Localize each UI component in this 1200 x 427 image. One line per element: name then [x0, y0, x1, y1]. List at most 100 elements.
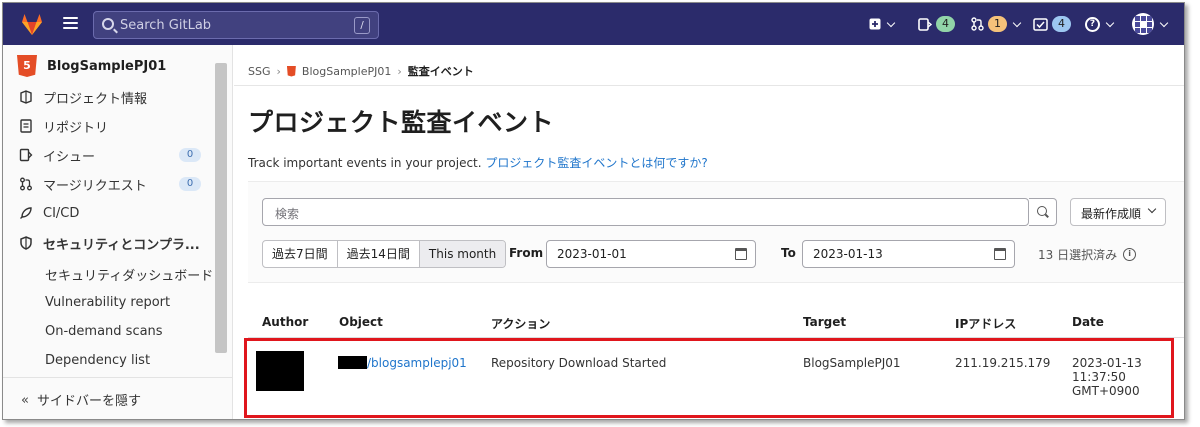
sidebar-merge-requests-count: 0	[179, 177, 201, 191]
merge-requests-menu[interactable]: 1	[971, 15, 1022, 33]
sidebar-item-ci-cd[interactable]: CI/CD	[19, 202, 79, 224]
double-chevron-left-icon: «	[21, 393, 29, 408]
sort-dropdown[interactable]: 最新作成順	[1070, 198, 1166, 226]
range-last-7-days-button[interactable]: 過去7日間	[263, 241, 338, 267]
column-header-object: Object	[339, 315, 383, 329]
hamburger-icon[interactable]	[63, 17, 78, 30]
object-link[interactable]: /blogsamplepj01	[367, 356, 467, 370]
audit-search-button[interactable]	[1029, 198, 1057, 226]
header-divider	[234, 85, 1184, 86]
rocket-icon	[20, 207, 32, 219]
sidebar-subitem-on-demand-scans[interactable]: On-demand scans	[45, 324, 163, 339]
sidebar-item-issues[interactable]: イシュー	[19, 144, 95, 166]
column-header-ip-address: IPアドレス	[955, 317, 1017, 331]
global-search-placeholder: Search GitLab	[120, 18, 212, 33]
shield-icon	[20, 236, 32, 250]
to-date-input[interactable]: 2023-01-13	[802, 240, 1015, 268]
issues-count-badge: 4	[936, 16, 955, 32]
hide-sidebar-button[interactable]: « サイドバーを隠す	[3, 377, 232, 419]
screenshot-frame: Search GitLab / 4 1 4 ? 5 BlogSamplePJ01…	[2, 2, 1185, 420]
chevron-down-icon	[886, 18, 896, 27]
sidebar-issues-count: 0	[179, 148, 201, 162]
chevron-down-icon	[1159, 18, 1169, 27]
action-cell: Repository Download Started	[491, 356, 667, 370]
breadcrumb: SSG › BlogSamplePJ01 › 監査イベント	[248, 63, 474, 79]
date-range-presets: 過去7日間 過去14日間 This month	[262, 240, 507, 268]
date-cell-timezone: GMT+0900	[1072, 384, 1140, 398]
search-shortcut-hint: /	[354, 17, 370, 34]
sort-dropdown-label: 最新作成順	[1081, 207, 1142, 221]
sidebar-project-header[interactable]: 5 BlogSamplePJ01	[17, 55, 166, 77]
breadcrumb-project[interactable]: BlogSamplePJ01	[302, 65, 391, 78]
merge-request-icon	[971, 17, 984, 31]
issues-icon	[918, 17, 932, 31]
range-last-14-days-button[interactable]: 過去14日間	[338, 241, 420, 267]
html5-logo-icon	[286, 65, 296, 77]
calendar-icon[interactable]	[735, 248, 747, 260]
sidebar-subitem-security-dashboard[interactable]: セキュリティダッシュボード	[45, 265, 213, 284]
range-this-month-button[interactable]: This month	[419, 241, 506, 267]
target-cell: BlogSamplePJ01	[803, 356, 901, 370]
from-date-value: 2023-01-01	[557, 247, 627, 261]
selected-days-text: 13 日選択済み	[1038, 248, 1118, 262]
sidebar-item-label: CI/CD	[43, 205, 80, 221]
sidebar-item-project-info[interactable]: プロジェクト情報	[19, 86, 147, 108]
html5-logo-icon: 5	[17, 55, 37, 77]
issues-menu[interactable]: 4	[918, 15, 955, 33]
global-search-input[interactable]: Search GitLab /	[93, 11, 379, 39]
audit-search-placeholder: 検索	[275, 207, 300, 221]
issues-icon	[19, 148, 33, 162]
help-menu[interactable]: ?	[1085, 15, 1115, 33]
sidebar-item-label: リポジトリ	[43, 120, 109, 136]
main-content: SSG › BlogSamplePJ01 › 監査イベント プロジェクト監査イベ…	[234, 45, 1184, 419]
audit-search-input[interactable]: 検索	[262, 198, 1029, 226]
todo-icon	[1033, 17, 1048, 31]
todos-count-badge: 4	[1052, 16, 1071, 32]
redacted-author-avatar	[256, 351, 304, 391]
sidebar-item-label: イシュー	[43, 149, 96, 165]
filter-panel: 検索 最新作成順 過去7日間 過去14日間 This month From 20…	[248, 181, 1184, 283]
plus-square-icon	[869, 18, 881, 30]
selected-days-note: 13 日選択済み i	[1038, 246, 1137, 263]
page-title: プロジェクト監査イベント	[248, 108, 555, 137]
breadcrumb-group[interactable]: SSG	[248, 65, 271, 78]
info-icon[interactable]: i	[1123, 248, 1137, 261]
date-cell-date: 2023-01-13	[1072, 356, 1142, 370]
sidebar-item-label: マージリクエスト	[43, 178, 147, 194]
column-header-author: Author	[262, 315, 309, 329]
user-avatar	[1132, 13, 1154, 35]
date-cell-time: 11:37:50	[1072, 370, 1126, 384]
breadcrumb-separator: ›	[397, 64, 402, 78]
audit-events-help-link[interactable]: プロジェクト監査イベントとは何ですか?	[485, 156, 707, 170]
merge-requests-count-badge: 1	[988, 16, 1007, 32]
sidebar-subitem-dependency-list[interactable]: Dependency list	[45, 353, 150, 368]
breadcrumb-current[interactable]: 監査イベント	[408, 63, 474, 79]
to-label: To	[781, 246, 796, 260]
chevron-down-icon	[1147, 204, 1157, 214]
search-icon	[1037, 206, 1047, 216]
sidebar-item-merge-requests[interactable]: マージリクエスト	[19, 173, 147, 195]
sidebar-item-security-compliance[interactable]: セキュリティとコンプラ...	[19, 232, 200, 254]
sidebar-item-repository[interactable]: リポジトリ	[19, 115, 108, 137]
from-date-input[interactable]: 2023-01-01	[546, 240, 756, 268]
user-menu[interactable]	[1132, 13, 1169, 35]
document-icon	[20, 119, 32, 133]
create-new-menu[interactable]	[869, 15, 896, 33]
merge-request-icon	[20, 177, 32, 191]
to-date-value: 2023-01-13	[813, 247, 883, 261]
chevron-down-icon	[1012, 18, 1022, 27]
gitlab-logo-icon[interactable]	[19, 11, 45, 37]
hide-sidebar-label: サイドバーを隠す	[37, 394, 142, 409]
breadcrumb-separator: ›	[276, 64, 281, 78]
todos-menu[interactable]: 4	[1033, 15, 1071, 33]
sidebar: 5 BlogSamplePJ01 プロジェクト情報 リポジトリ イシュー 0 マ…	[3, 45, 233, 419]
column-header-date: Date	[1072, 315, 1104, 329]
column-header-target: Target	[803, 315, 847, 329]
sidebar-subitem-vulnerability-report[interactable]: Vulnerability report	[45, 295, 170, 310]
sidebar-scrollbar[interactable]	[215, 63, 227, 353]
project-name: BlogSamplePJ01	[47, 58, 167, 74]
page-description: Track important events in your project. …	[248, 154, 708, 171]
calendar-icon[interactable]	[994, 248, 1006, 260]
sidebar-item-label: セキュリティとコンプラ...	[43, 237, 200, 253]
help-icon: ?	[1085, 16, 1100, 32]
